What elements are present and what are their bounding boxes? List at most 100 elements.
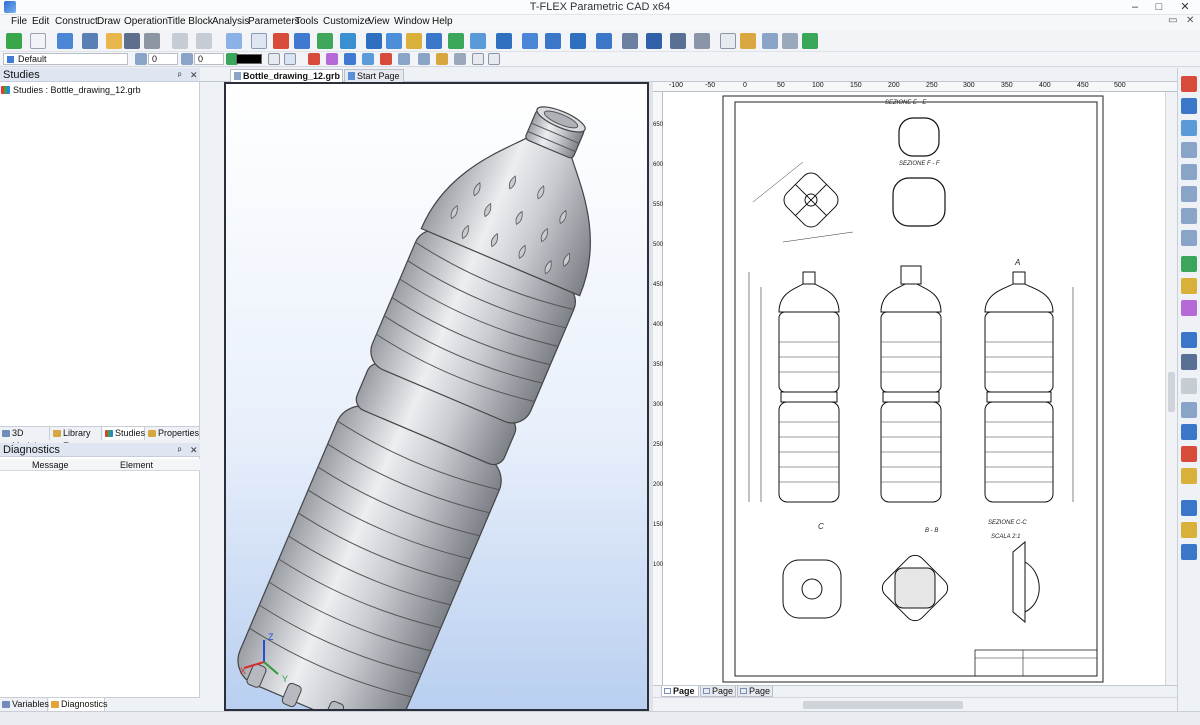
apply-icon[interactable]: [6, 33, 22, 49]
maximize-button[interactable]: □: [1148, 0, 1170, 14]
snap-icon[interactable]: [284, 53, 296, 65]
zoom-out-icon[interactable]: [1181, 230, 1197, 246]
menu-construct[interactable]: Construct: [55, 16, 98, 27]
tools-icon[interactable]: [740, 33, 756, 49]
tab-3d-model[interactable]: 3D Model: [0, 427, 50, 451]
3d-viewport[interactable]: Z X Y: [224, 82, 649, 711]
studies-pin-icon[interactable]: ᵖ: [178, 68, 181, 82]
iso-view-icon[interactable]: [1181, 522, 1197, 538]
menu-view[interactable]: View: [368, 16, 390, 27]
tab-studies[interactable]: Studies: [103, 427, 145, 440]
zoom-in-icon[interactable]: [1181, 208, 1197, 224]
rotate-view-icon[interactable]: [1181, 98, 1197, 114]
front-view-icon[interactable]: [1181, 500, 1197, 516]
check-icon[interactable]: [1181, 446, 1197, 462]
studies-tree-item[interactable]: Studies : Bottle_drawing_12.grb: [1, 84, 141, 96]
priority-field[interactable]: 0: [194, 53, 224, 65]
shell-icon[interactable]: [522, 33, 538, 49]
tab-properties[interactable]: Properties: [146, 427, 200, 440]
link-icon[interactable]: [762, 33, 778, 49]
section-icon[interactable]: [646, 33, 662, 49]
zoom-icon[interactable]: [1181, 142, 1197, 158]
cube-icon[interactable]: [1181, 424, 1197, 440]
diagnostics-pin-icon[interactable]: ᵖ: [178, 443, 181, 457]
menu-help[interactable]: Help: [432, 16, 453, 27]
undo-icon[interactable]: [172, 33, 188, 49]
view-icon[interactable]: [251, 33, 267, 49]
snap-node-icon[interactable]: [344, 53, 356, 65]
pattern-icon[interactable]: [545, 33, 561, 49]
coordinate-icon[interactable]: [317, 33, 333, 49]
node-icon[interactable]: [1181, 256, 1197, 272]
text-icon[interactable]: [1181, 278, 1197, 294]
shaded-icon[interactable]: [1181, 544, 1197, 560]
column-message[interactable]: Message: [32, 460, 69, 470]
snap-center-icon[interactable]: [362, 53, 374, 65]
level-field[interactable]: 0: [148, 53, 178, 65]
workplane-icon[interactable]: [294, 33, 310, 49]
pencil-icon[interactable]: [1181, 468, 1197, 484]
select-icon[interactable]: [226, 33, 242, 49]
points-icon[interactable]: [1181, 354, 1197, 370]
menu-file[interactable]: File: [11, 16, 27, 27]
snap-intersection-icon[interactable]: [380, 53, 392, 65]
grid-icon[interactable]: [472, 53, 484, 65]
save-icon[interactable]: [124, 33, 140, 49]
menu-parameters[interactable]: Parameters: [248, 16, 300, 27]
color-swatch[interactable]: [236, 54, 262, 64]
tab-library[interactable]: Library E...: [51, 427, 102, 451]
snap-grid-icon[interactable]: [436, 53, 448, 65]
tab-page-3[interactable]: Page 3: [737, 686, 773, 707]
studies-close-icon[interactable]: ✕: [190, 68, 198, 82]
menu-operation[interactable]: Operation: [124, 16, 168, 27]
snap-option-icon[interactable]: [454, 53, 466, 65]
vertical-scrollbar[interactable]: [1165, 92, 1177, 685]
menu-analysis[interactable]: Analysis: [212, 16, 249, 27]
chamfer-icon[interactable]: [496, 33, 512, 49]
point-icon[interactable]: [273, 33, 289, 49]
layer-select[interactable]: Default: [3, 53, 128, 65]
close-button[interactable]: ✕: [1174, 0, 1196, 14]
panel-splitter[interactable]: [200, 82, 224, 711]
menu-draw[interactable]: Draw: [97, 16, 120, 27]
filter-icon[interactable]: [268, 53, 280, 65]
copy-icon[interactable]: [1181, 378, 1197, 394]
minimize-button[interactable]: –: [1124, 0, 1146, 14]
loft-icon[interactable]: [406, 33, 422, 49]
drawing-view-icon[interactable]: [670, 33, 686, 49]
print-icon[interactable]: [144, 33, 160, 49]
menu-customize[interactable]: Customize: [323, 16, 370, 27]
rotation-icon[interactable]: [386, 33, 402, 49]
tab-diagnostics[interactable]: Diagnostics: [49, 698, 108, 711]
menu-window[interactable]: Window: [394, 16, 430, 27]
zoom-extents-icon[interactable]: [1181, 164, 1197, 180]
pan-icon[interactable]: [1181, 120, 1197, 136]
snap-icon[interactable]: [1181, 300, 1197, 316]
column-element[interactable]: Element: [120, 460, 153, 470]
vertical-scroll-thumb[interactable]: [1168, 372, 1175, 412]
boolean-icon[interactable]: [448, 33, 464, 49]
zoom-window-icon[interactable]: [1181, 186, 1197, 202]
snap-line-icon[interactable]: [326, 53, 338, 65]
diagnostics-close-icon[interactable]: ✕: [190, 443, 198, 457]
doc-close-button[interactable]: ✕: [1186, 15, 1194, 26]
menu-title-block[interactable]: Title Block: [167, 16, 213, 27]
dimension-icon[interactable]: [694, 33, 710, 49]
page-icon[interactable]: [82, 33, 98, 49]
2d-drawing-window[interactable]: SEZIONE E - E SEZIONE F - F SEZIONE C-C …: [653, 82, 1177, 697]
snap-end-icon[interactable]: [418, 53, 430, 65]
zoom-window-icon[interactable]: [720, 33, 736, 49]
open-icon[interactable]: [106, 33, 122, 49]
new-document-icon[interactable]: [30, 33, 46, 49]
horizontal-scrollbar[interactable]: [653, 697, 1177, 711]
measure-icon[interactable]: [622, 33, 638, 49]
sketch-icon[interactable]: [340, 33, 356, 49]
redo-icon[interactable]: [196, 33, 212, 49]
menu-tools[interactable]: Tools: [295, 16, 318, 27]
refresh-icon[interactable]: [802, 33, 818, 49]
extrusion-icon[interactable]: [366, 33, 382, 49]
tab-page-2[interactable]: Page 2: [700, 686, 736, 707]
sweep-icon[interactable]: [426, 33, 442, 49]
snap-point-icon[interactable]: [308, 53, 320, 65]
surface-icon[interactable]: [596, 33, 612, 49]
